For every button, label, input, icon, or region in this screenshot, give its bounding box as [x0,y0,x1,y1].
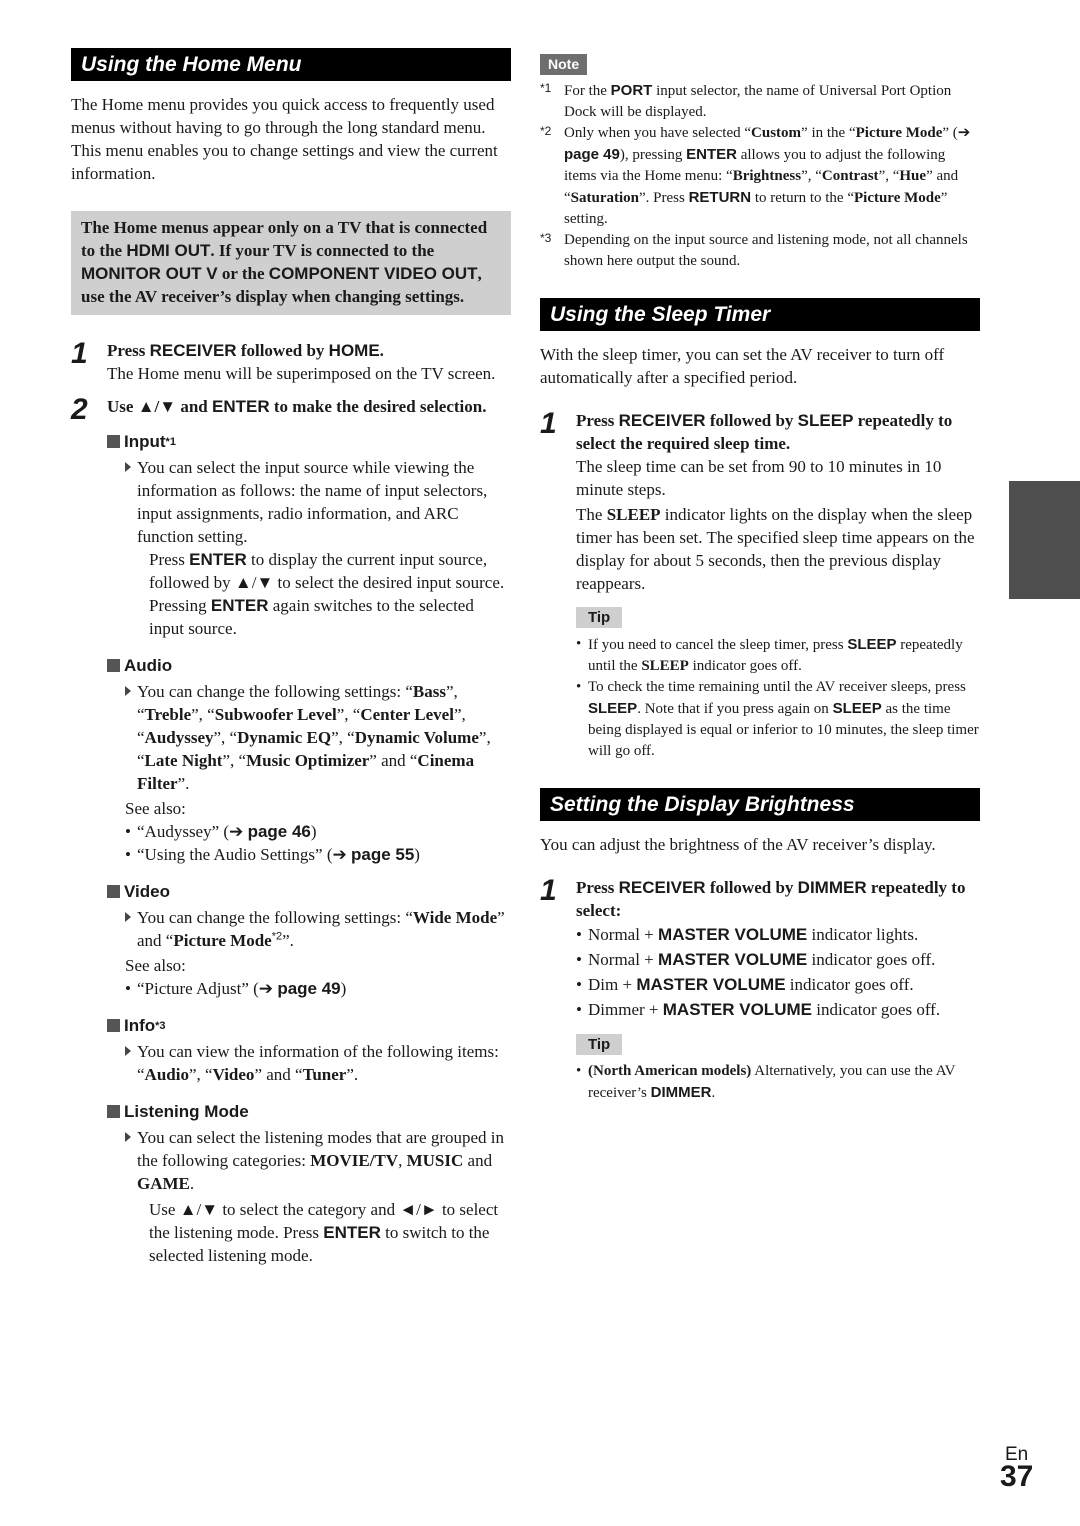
tip-item: To check the time remaining until the AV… [576,677,980,762]
triangle-right-icon [125,1046,131,1056]
square-bullet-icon [107,885,120,898]
step-body: The Home menu will be superimposed on th… [107,364,496,383]
triangle-right-icon [125,1132,131,1142]
triangle-right-icon [125,686,131,696]
input-description: You can select the input source while vi… [107,456,511,548]
square-bullet-icon [107,1019,120,1032]
footnote-list: *1 For the PORT input selector, the name … [540,80,980,272]
page-number: 37 [1000,1460,1034,1493]
subhead-label: Listening Mode [124,1102,249,1121]
footnote-mark: *3 [540,231,552,245]
tip-label: Tip [576,1034,623,1055]
tip-item: (North American models) Alternatively, y… [576,1061,980,1104]
square-bullet-icon [107,1105,120,1118]
step-number: 1 [71,337,88,370]
dimmer-option: Dim + MASTER VOLUME indicator goes off. [576,972,980,997]
input-detail: Press ENTER to display the current input… [149,550,505,638]
subhead-label: Audio [124,656,173,675]
brightness-step-1: 1 Press RECEIVER followed by DIMMER repe… [540,874,980,1104]
section-title-display-brightness: Setting the Display Brightness [540,788,980,821]
square-bullet-icon [107,435,120,448]
subhead-info: Info *3 [107,1014,511,1037]
dimmer-option: Dimmer + MASTER VOLUME indicator goes of… [576,997,980,1022]
tip-label: Tip [576,607,623,628]
step-number: 1 [540,407,557,440]
display-brightness-intro: You can adjust the brightness of the AV … [540,835,936,854]
step-title: Press RECEIVER followed by SLEEP repeate… [576,411,953,453]
chapter-side-tab [1009,481,1080,599]
sleep-timer-intro: With the sleep timer, you can set the AV… [540,345,945,387]
home-menu-intro: The Home menu provides you quick access … [71,95,498,183]
footnote-item: *3 Depending on the input source and list… [540,230,980,272]
subhead-input: Input *1 [107,430,511,453]
section-title-home-menu: Using the Home Menu [71,48,511,81]
triangle-right-icon [125,462,131,472]
square-bullet-icon [107,659,120,672]
home-step-2: 2 Use ▲/▼ and ENTER to make the desired … [71,393,511,1267]
right-column: Note *1 For the PORT input selector, the … [540,52,980,1104]
step-body: The SLEEP indicator lights on the displa… [576,505,975,593]
note-label: Note [540,54,588,75]
see-also-link[interactable]: “Picture Adjust” (➔ page 49) [107,977,511,1000]
sleep-step-1: 1 Press RECEIVER followed by SLEEP repea… [540,407,980,762]
see-also-link[interactable]: “Using the Audio Settings” (➔ page 55) [107,843,511,866]
home-step-1: 1 Press RECEIVER followed by HOME. The H… [71,337,511,385]
dimmer-option: Normal + MASTER VOLUME indicator lights. [576,922,980,947]
footnote-mark: *1 [540,81,552,95]
step-title: Press RECEIVER followed by HOME. [107,341,384,360]
footnote-mark: *2 [540,124,552,138]
step-number: 2 [71,393,88,426]
step-title: Use ▲/▼ and ENTER to make the desired se… [107,397,487,416]
video-see-also-list: “Picture Adjust” (➔ page 49) [107,977,511,1000]
subhead-label: Video [124,882,170,901]
audio-description: You can change the following settings: “… [107,680,511,795]
section-title-sleep-timer: Using the Sleep Timer [540,298,980,331]
footnote-item: *1 For the PORT input selector, the name … [540,80,980,123]
step-title: Press RECEIVER followed by DIMMER repeat… [576,878,966,920]
listening-mode-description: You can select the listening modes that … [107,1126,511,1195]
subhead-label: Input [124,432,166,451]
left-column: Using the Home Menu The Home menu provid… [71,48,511,1267]
subhead-label: Info [124,1016,156,1035]
see-also-link[interactable]: “Audyssey” (➔ page 46) [107,820,511,843]
home-menu-warning-box: The Home menus appear only on a TV that … [71,211,511,315]
subhead-video: Video [107,880,511,903]
listening-mode-detail: Use ▲/▼ to select the category and ◄/► t… [149,1200,499,1265]
step-body: The sleep time can be set from 90 to 10 … [576,457,942,499]
info-description: You can view the information of the foll… [107,1040,511,1086]
step-number: 1 [540,874,557,907]
tip-item: If you need to cancel the sleep timer, p… [576,634,980,677]
triangle-right-icon [125,912,131,922]
sleep-tip-list: If you need to cancel the sleep timer, p… [576,634,980,762]
footnote-item: *2 Only when you have selected “Custom” i… [540,123,980,230]
brightness-tip-list: (North American models) Alternatively, y… [576,1061,980,1104]
video-description: You can change the following settings: “… [107,906,511,952]
subhead-audio: Audio [107,654,511,677]
see-also-label: See also: [125,956,186,975]
audio-see-also-list: “Audyssey” (➔ page 46)“Using the Audio S… [107,820,511,866]
dimmer-options-list: Normal + MASTER VOLUME indicator lights.… [576,922,980,1022]
subhead-listening-mode: Listening Mode [107,1100,511,1123]
dimmer-option: Normal + MASTER VOLUME indicator goes of… [576,947,980,972]
see-also-label: See also: [125,799,186,818]
